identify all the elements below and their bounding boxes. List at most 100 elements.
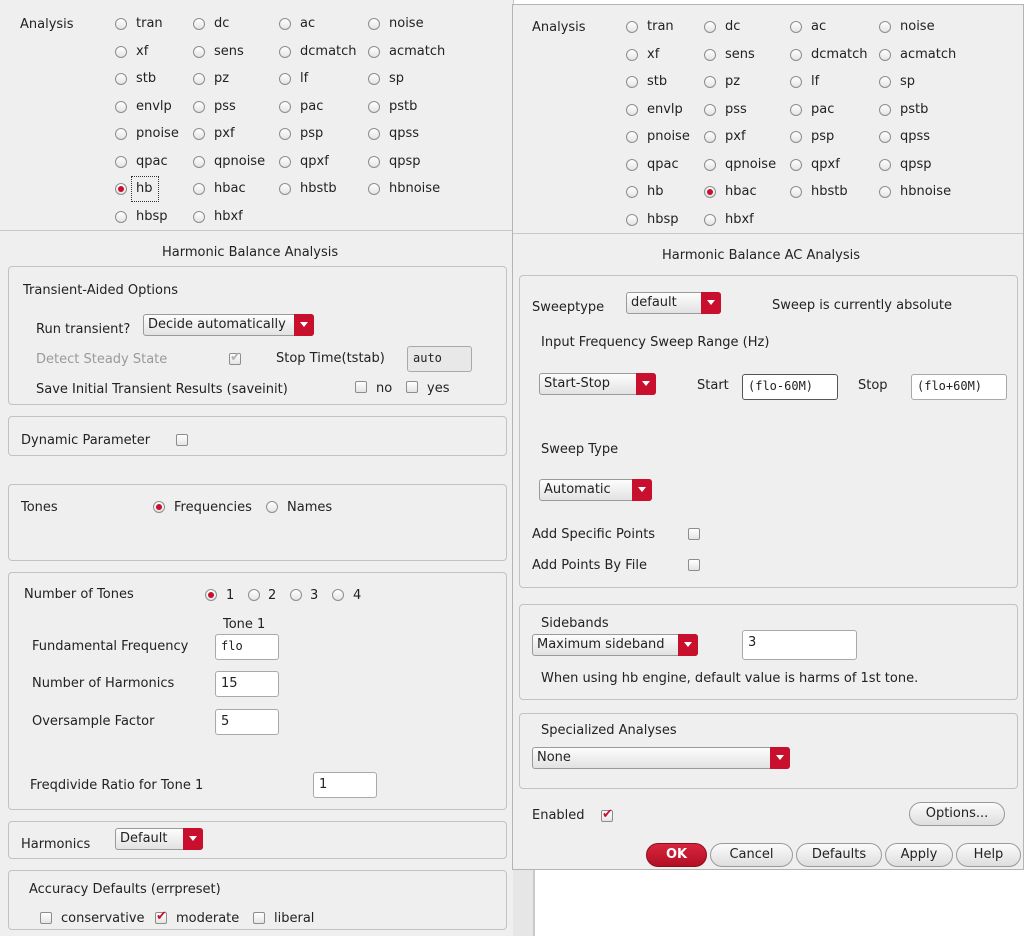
start-frequency-field[interactable]: (flo-60M)	[742, 374, 838, 400]
analysis-psp-radio[interactable]	[790, 131, 802, 143]
analysis-pnoise-radio[interactable]	[115, 128, 127, 140]
analysis-pstb-radio[interactable]	[368, 100, 380, 113]
tones-3-radio[interactable]	[290, 589, 302, 601]
tones-1-radio[interactable]	[205, 589, 217, 601]
analysis-hb-radio[interactable]	[115, 183, 127, 195]
liberal-checkbox[interactable]	[253, 912, 265, 924]
oversample-factor-field[interactable]: 5	[215, 709, 279, 735]
analysis-pz-radio[interactable]	[193, 73, 205, 85]
analysis-psp-radio[interactable]	[279, 128, 291, 140]
sweep-range-mode-dropdown[interactable]: Start-Stop	[539, 373, 656, 395]
help-button[interactable]: Help	[956, 843, 1021, 867]
analysis-hbsp-radio[interactable]	[626, 213, 638, 226]
analysis-hbxf-radio[interactable]	[704, 213, 716, 226]
analysis-qpac-radio[interactable]	[115, 155, 127, 168]
dynamic-parameter-checkbox[interactable]	[176, 434, 188, 446]
analysis-ac-radio[interactable]	[790, 21, 802, 33]
options-button[interactable]: Options...	[909, 802, 1005, 826]
analysis-envlp-radio[interactable]	[626, 103, 638, 116]
analysis-tran-radio[interactable]	[115, 18, 127, 30]
analysis-xf-radio[interactable]	[626, 48, 638, 61]
fundamental-frequency-field[interactable]: flo	[215, 634, 279, 660]
tones-4-radio[interactable]	[332, 589, 344, 601]
analysis-sens-radio[interactable]	[704, 48, 716, 61]
cancel-button[interactable]: Cancel	[710, 843, 793, 867]
analysis-pac-radio[interactable]	[790, 103, 802, 116]
analysis-dcmatch-radio[interactable]	[790, 48, 802, 61]
specialized-analyses-dropdown[interactable]: None	[532, 747, 790, 769]
analysis-lf-radio[interactable]	[790, 76, 802, 88]
analysis-lf-radio[interactable]	[279, 73, 291, 85]
analysis-envlp-radio[interactable]	[115, 100, 127, 113]
analysis-dcmatch-radio[interactable]	[279, 45, 291, 58]
moderate-checkbox[interactable]	[155, 909, 167, 924]
enabled-checkbox[interactable]	[601, 807, 613, 822]
analysis-qpxf-radio[interactable]	[279, 155, 291, 168]
analysis-pstb-radio[interactable]	[879, 103, 891, 116]
analysis-qpxf-radio[interactable]	[790, 158, 802, 171]
analysis-dc-radio[interactable]	[704, 21, 716, 33]
sweep-type-dropdown[interactable]: Automatic	[539, 479, 652, 501]
saveinit-yes-checkbox[interactable]	[406, 381, 418, 393]
analysis-hb-radio[interactable]	[626, 186, 638, 198]
sidebands-mode-dropdown[interactable]: Maximum sideband	[532, 634, 698, 656]
analysis-qpsp-radio[interactable]	[879, 158, 891, 171]
saveinit-no-checkbox[interactable]	[355, 381, 367, 393]
analysis-pnoise-radio[interactable]	[626, 131, 638, 143]
analysis-sp-radio[interactable]	[368, 73, 380, 85]
analysis-qpss-radio[interactable]	[368, 128, 380, 140]
analysis-stb-radio[interactable]	[115, 73, 127, 85]
analysis-hbstb-radio[interactable]	[790, 186, 802, 198]
sweeptype-dropdown[interactable]: default	[626, 292, 721, 314]
stop-frequency-field[interactable]: (flo+60M)	[911, 374, 1007, 400]
analysis-xf-radio[interactable]	[115, 45, 127, 58]
analysis-pxf-radio[interactable]	[193, 128, 205, 140]
analysis-acmatch-label: acmatch	[900, 46, 957, 62]
analysis-pss-radio[interactable]	[704, 103, 716, 116]
analysis-qpss-radio[interactable]	[879, 131, 891, 143]
analysis-pz-radio[interactable]	[704, 76, 716, 88]
analysis-hbac-radio[interactable]	[193, 183, 205, 195]
analysis-sens-radio[interactable]	[193, 45, 205, 58]
analysis-ac-radio[interactable]	[279, 18, 291, 30]
analysis-qpac-radio[interactable]	[626, 158, 638, 171]
hb-analysis-form: Analysis tran dc ac noise xf sens dcmatch acmat…	[0, 0, 514, 936]
analysis-pss-radio[interactable]	[193, 100, 205, 113]
analysis-pac-radio[interactable]	[279, 100, 291, 113]
freqdivide-ratio-field[interactable]: 1	[313, 772, 377, 798]
conservative-checkbox[interactable]	[40, 912, 52, 924]
analysis-hbsp-radio[interactable]	[115, 210, 127, 223]
analysis-stb-radio[interactable]	[626, 76, 638, 88]
tones-names-radio[interactable]	[266, 501, 278, 513]
analysis-dc-radio[interactable]	[193, 18, 205, 30]
ok-button[interactable]: OK	[646, 843, 707, 867]
analysis-noise-radio[interactable]	[368, 18, 380, 30]
add-specific-points-checkbox[interactable]	[688, 528, 700, 540]
analysis-sp-radio[interactable]	[879, 76, 891, 88]
add-points-by-file-checkbox[interactable]	[688, 559, 700, 571]
analysis-acmatch-radio[interactable]	[368, 45, 380, 58]
analysis-pnoise-label: pnoise	[136, 126, 179, 141]
harmonics-dropdown[interactable]: Default	[115, 828, 203, 850]
sidebands-value-field[interactable]: 3	[742, 630, 857, 660]
stop-time-field[interactable]: auto	[407, 346, 472, 372]
tones-frequencies-radio[interactable]	[153, 501, 165, 513]
analysis-tran-radio[interactable]	[626, 21, 638, 33]
analysis-qpnoise-radio[interactable]	[193, 155, 205, 168]
run-transient-dropdown[interactable]: Decide automatically	[143, 314, 314, 336]
analysis-hbac-radio[interactable]	[704, 186, 716, 198]
apply-button[interactable]: Apply	[885, 843, 953, 867]
analysis-hbnoise-radio[interactable]	[368, 183, 380, 195]
analysis-noise-radio[interactable]	[879, 21, 891, 33]
analysis-hbnoise-radio[interactable]	[879, 186, 891, 198]
analysis-hbstb-radio[interactable]	[279, 183, 291, 195]
analysis-qpnoise-radio[interactable]	[704, 158, 716, 171]
analysis-acmatch-radio[interactable]	[879, 48, 891, 61]
detect-steady-state-checkbox[interactable]	[229, 350, 241, 365]
defaults-button[interactable]: Defaults	[796, 843, 882, 867]
analysis-pxf-radio[interactable]	[704, 131, 716, 143]
analysis-hbxf-radio[interactable]	[193, 210, 205, 223]
number-of-harmonics-field[interactable]: 15	[215, 671, 279, 697]
tones-2-radio[interactable]	[248, 589, 260, 601]
analysis-qpsp-radio[interactable]	[368, 155, 380, 168]
